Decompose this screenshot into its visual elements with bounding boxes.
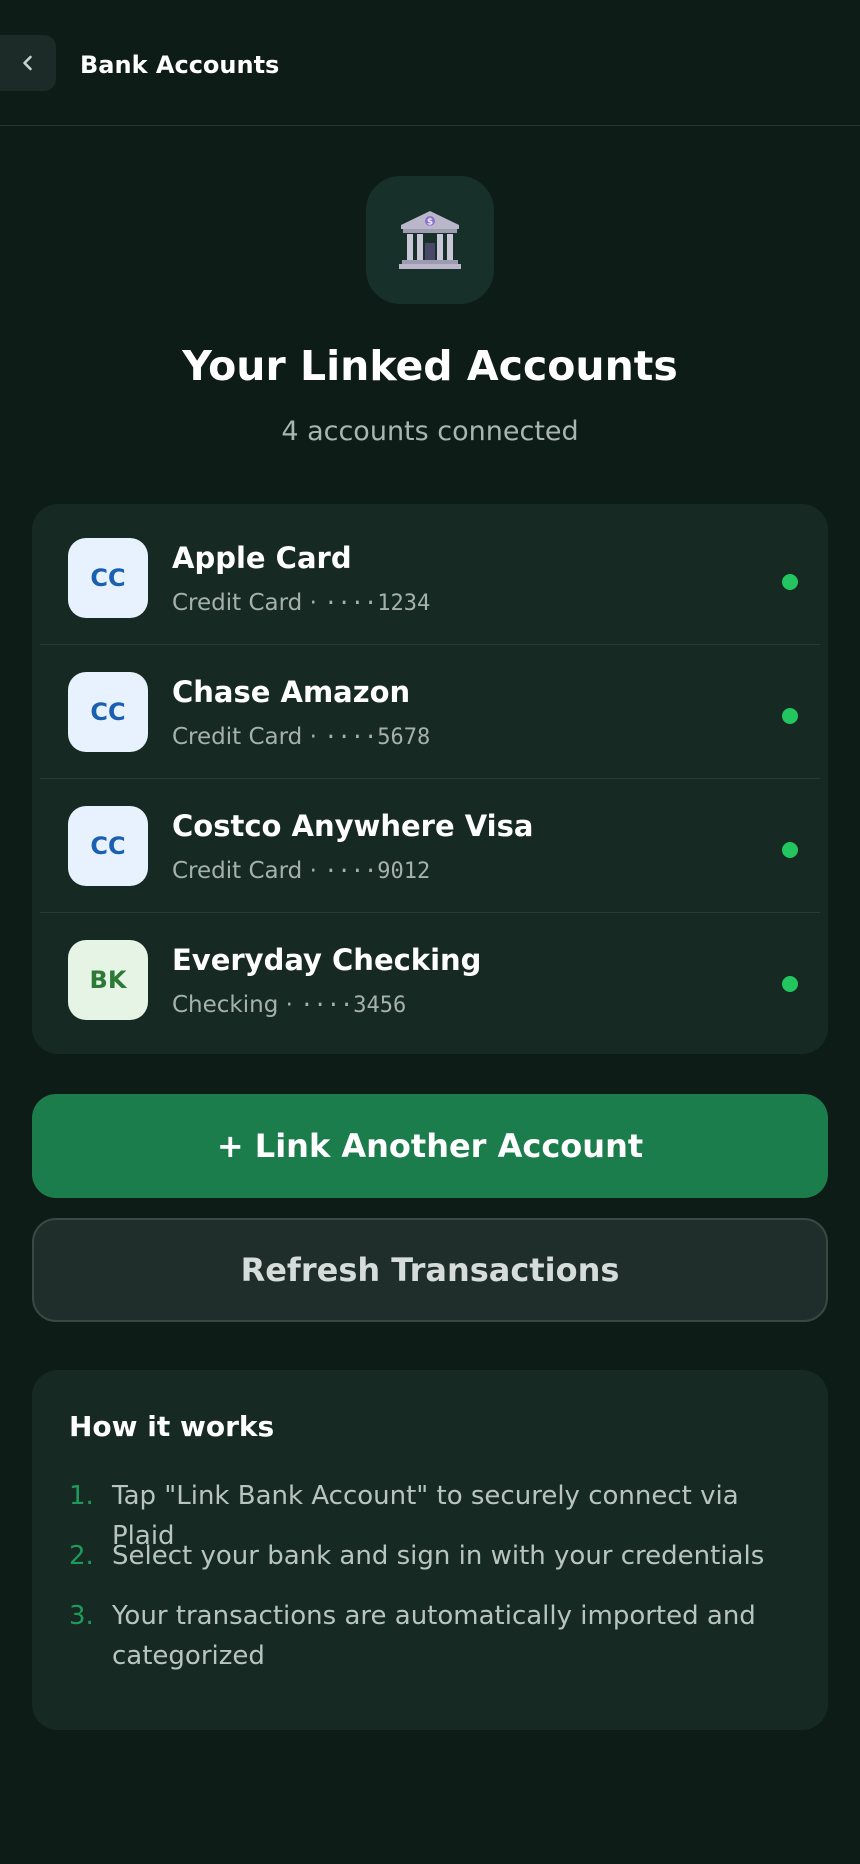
connected-status-dot: [782, 976, 798, 992]
account-avatar: CC: [68, 672, 148, 752]
step-text: Select your bank and sign in with your c…: [112, 1541, 765, 1571]
link-another-account-button[interactable]: + Link Another Account: [32, 1094, 828, 1198]
account-type: Checking: [172, 992, 279, 1018]
how-it-works-card: How it works 1. Tap "Link Bank Account" …: [32, 1370, 828, 1730]
account-mask: ····9012: [324, 859, 431, 884]
account-name: Costco Anywhere Visa: [172, 809, 534, 843]
how-it-works-title: How it works: [69, 1410, 275, 1443]
meta-separator: ·: [278, 992, 301, 1018]
account-type: Credit Card: [172, 858, 303, 884]
account-avatar: CC: [68, 538, 148, 618]
account-row-costco-visa[interactable]: CC Costco Anywhere Visa Credit Card · ··…: [40, 772, 820, 906]
svg-text:$: $: [427, 218, 433, 228]
page-title: Your Linked Accounts: [182, 342, 678, 390]
step-number: 1.: [69, 1481, 94, 1511]
account-avatar: CC: [68, 806, 148, 886]
account-type: Credit Card: [172, 724, 303, 750]
connected-status-dot: [782, 574, 798, 590]
refresh-transactions-button[interactable]: Refresh Transactions: [32, 1218, 828, 1322]
account-details: Credit Card · ····1234: [172, 588, 430, 619]
account-name: Chase Amazon: [172, 675, 411, 709]
top-bar: Bank Accounts: [0, 0, 860, 126]
connected-status-dot: [782, 708, 798, 724]
bank-building-icon: $: [366, 176, 494, 304]
step-number: 2.: [69, 1541, 94, 1571]
account-details: Credit Card · ····9012: [172, 856, 430, 887]
account-mask: ····5678: [324, 725, 431, 750]
meta-separator: ·: [302, 858, 325, 884]
step-text: Your transactions are automatically impo…: [112, 1601, 756, 1671]
account-row-apple-card[interactable]: CC Apple Card Credit Card · ····1234: [40, 504, 820, 638]
account-row-everyday-checking[interactable]: BK Everyday Checking Checking · ····3456: [40, 906, 820, 1040]
account-type: Credit Card: [172, 590, 303, 616]
account-details: Credit Card · ····5678: [172, 722, 430, 753]
chevron-left-icon: [23, 55, 32, 71]
account-avatar: BK: [68, 940, 148, 1020]
meta-separator: ·: [302, 724, 325, 750]
meta-separator: ·: [302, 590, 325, 616]
account-details: Checking · ····3456: [172, 990, 406, 1021]
account-name: Everyday Checking: [172, 943, 482, 977]
account-mask: ····3456: [300, 993, 407, 1018]
account-mask: ····1234: [324, 591, 431, 616]
header-title: Bank Accounts: [80, 51, 280, 79]
linked-accounts-list: CC Apple Card Credit Card · ····1234 CC …: [32, 504, 828, 1054]
connected-status-dot: [782, 842, 798, 858]
account-name: Apple Card: [172, 541, 352, 575]
step-number: 3.: [69, 1601, 94, 1631]
account-row-chase-amazon[interactable]: CC Chase Amazon Credit Card · ····5678: [40, 638, 820, 772]
back-button[interactable]: [0, 35, 56, 91]
accounts-count: 4 accounts connected: [281, 416, 579, 447]
